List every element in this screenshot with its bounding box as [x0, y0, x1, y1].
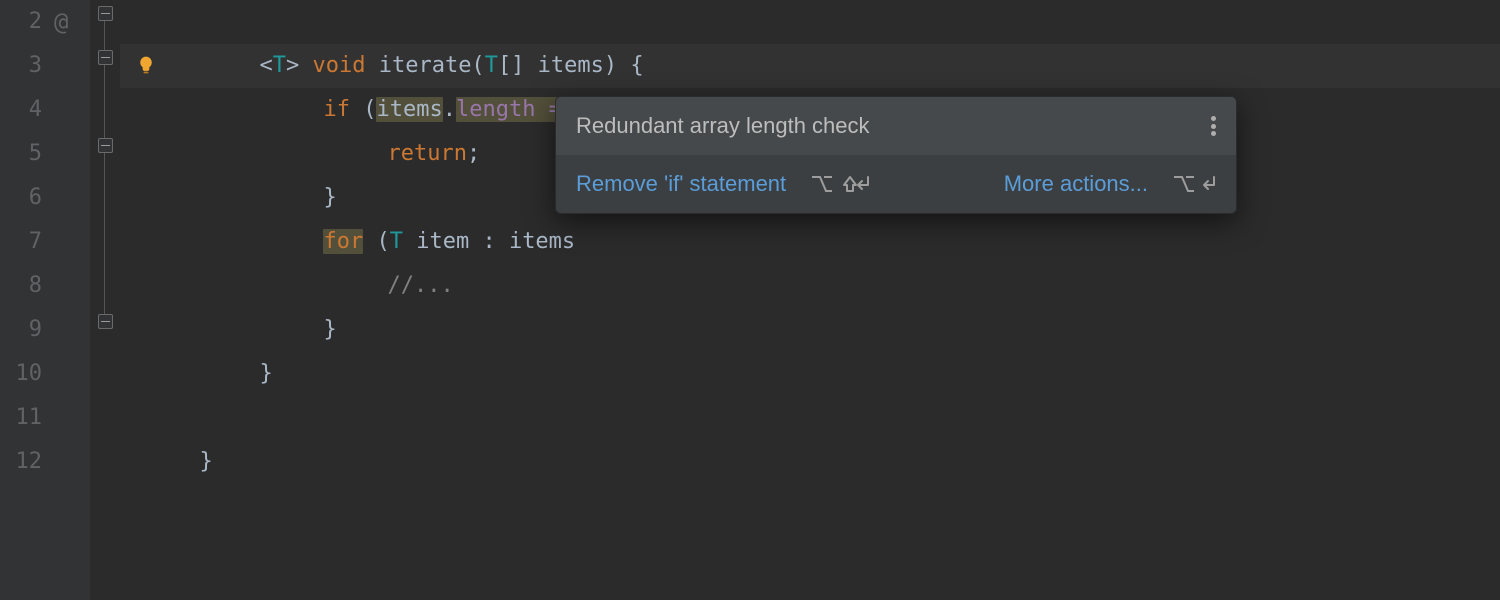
more-menu-icon[interactable] [1211, 116, 1216, 136]
line-number[interactable]: 6 [0, 176, 42, 220]
more-actions-link[interactable]: More actions... [1004, 171, 1148, 197]
code-line[interactable]: if (items.length == 0) { [244, 44, 641, 88]
code-area[interactable]: <T> void iterate(T[] items) { if (items.… [120, 0, 1500, 600]
inspection-popup: Redundant array length check Remove 'if'… [555, 96, 1237, 214]
override-annotation-icon[interactable]: @ [54, 0, 68, 44]
line-number-column: 2 3 4 5 6 7 8 9 10 11 12 [0, 0, 42, 600]
line-number[interactable]: 10 [0, 352, 42, 396]
line-number[interactable]: 9 [0, 308, 42, 352]
token-plain: ; [467, 141, 480, 166]
keyboard-shortcut-icon [1172, 173, 1216, 195]
fold-handle-icon[interactable] [98, 6, 113, 21]
popup-header: Redundant array length check [556, 97, 1236, 155]
fold-handle-icon[interactable] [98, 50, 113, 65]
popup-title: Redundant array length check [576, 113, 870, 139]
popup-body: Remove 'if' statement More actions... [556, 155, 1236, 213]
token-comment: //... [387, 273, 453, 298]
code-line[interactable]: <T> void iterate(T[] items) { [180, 0, 644, 44]
line-number[interactable]: 2 [0, 0, 42, 44]
code-line[interactable]: return; [308, 88, 480, 132]
keyboard-shortcut-icon [810, 173, 870, 195]
token-keyword: return [387, 141, 466, 166]
code-line[interactable]: } [244, 264, 337, 308]
token-brace: } [323, 317, 336, 342]
code-line[interactable]: } [120, 396, 213, 440]
code-line[interactable]: } [180, 308, 273, 352]
shortcut-hint [1172, 173, 1216, 195]
code-editor: 2 3 4 5 6 7 8 9 10 11 12 @ <T> void iter… [0, 0, 1500, 600]
line-number[interactable]: 4 [0, 88, 42, 132]
line-number[interactable]: 11 [0, 396, 42, 440]
fold-column [90, 0, 120, 600]
remove-if-action[interactable]: Remove 'if' statement [576, 171, 786, 197]
line-number[interactable]: 12 [0, 440, 42, 484]
token-brace: } [199, 449, 212, 474]
line-number[interactable]: 8 [0, 264, 42, 308]
gutter: 2 3 4 5 6 7 8 9 10 11 12 @ [0, 0, 90, 600]
fold-handle-icon[interactable] [98, 314, 113, 329]
fold-handle-icon[interactable] [98, 138, 113, 153]
code-line[interactable]: } [244, 132, 337, 176]
code-line[interactable]: //... [308, 220, 454, 264]
token-brace: } [259, 361, 272, 386]
line-number[interactable]: 3 [0, 44, 42, 88]
line-number[interactable]: 5 [0, 132, 42, 176]
code-line[interactable]: for (T item : items [244, 176, 575, 220]
line-number[interactable]: 7 [0, 220, 42, 264]
shortcut-hint [810, 173, 870, 195]
